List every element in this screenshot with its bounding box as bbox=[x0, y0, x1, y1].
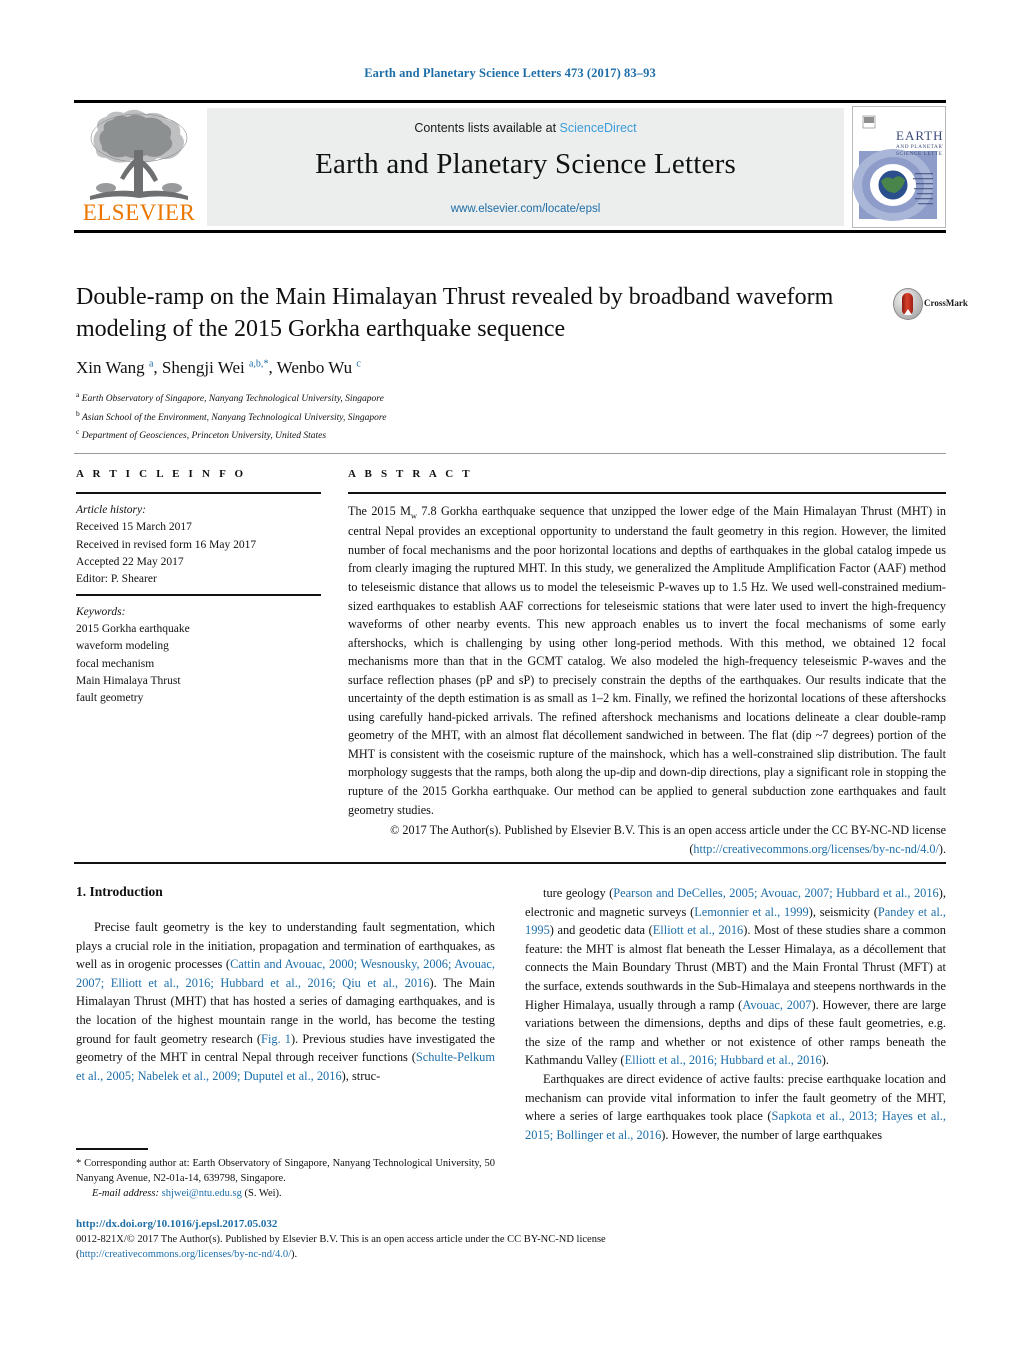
corresponding-author-footnote: * Corresponding author at: Earth Observa… bbox=[76, 1148, 495, 1201]
journal-banner: Contents lists available at ScienceDirec… bbox=[207, 108, 844, 226]
corresponding-author-text: * Corresponding author at: Earth Observa… bbox=[76, 1156, 495, 1186]
abstract-copyright: © 2017 The Author(s). Published by Elsev… bbox=[390, 823, 946, 856]
abstract-rule bbox=[348, 492, 946, 494]
crossmark-arrow-icon bbox=[904, 309, 912, 315]
footnote-marker: * bbox=[76, 1157, 82, 1169]
issn-suffix: ). bbox=[291, 1249, 298, 1261]
journal-article-page: Earth and Planetary Science Letters 473 … bbox=[0, 0, 1020, 1351]
right-column-paragraphs: ture geology (Pearson and DeCelles, 2005… bbox=[525, 884, 946, 1145]
citation-link[interactable]: Pearson and DeCelles, 2005; Avouac, 2007… bbox=[613, 886, 939, 900]
keyword-item: fault geometry bbox=[76, 692, 144, 704]
elsevier-logo: ELSEVIER bbox=[76, 108, 202, 226]
magnitude-subscript: w bbox=[410, 510, 418, 521]
journal-homepage-link[interactable]: www.elsevier.com/locate/epsl bbox=[207, 203, 844, 215]
journal-cover-art: EARTH AND PLANETARY SCIENCE LETTERS bbox=[853, 107, 945, 225]
page-title: Double-ramp on the Main Himalayan Thrust… bbox=[76, 284, 834, 342]
running-head: Earth and Planetary Science Letters 473 … bbox=[364, 66, 656, 80]
affiliation-item: b Asian School of the Environment, Nanya… bbox=[76, 408, 387, 423]
article-history-item: Received 15 March 2017 bbox=[76, 521, 192, 534]
article-history-item: Accepted 22 May 2017 bbox=[76, 555, 184, 568]
section-heading-introduction: 1. Introduction bbox=[76, 884, 163, 899]
article-info-column: A R T I C L E I N F O Article history: R… bbox=[76, 468, 321, 707]
doi-link[interactable]: http://dx.doi.org/10.1016/j.epsl.2017.05… bbox=[76, 1218, 776, 1230]
affiliation-item: a Earth Observatory of Singapore, Nanyan… bbox=[76, 390, 384, 405]
keyword-item: Main Himalaya Thrust bbox=[76, 674, 181, 687]
affiliation-marker: c bbox=[76, 427, 80, 437]
affiliation-marker: b bbox=[76, 408, 80, 418]
keywords-block: Keywords: 2015 Gorkha earthquake waveform… bbox=[76, 604, 321, 708]
corresponding-author-address: Corresponding author at: Earth Observato… bbox=[76, 1157, 495, 1184]
body-paragraph: Precise fault geometry is the key to und… bbox=[76, 920, 496, 1083]
article-history-item: Editor: P. Shearer bbox=[76, 573, 157, 585]
page-footer: http://dx.doi.org/10.1016/j.epsl.2017.05… bbox=[76, 1218, 776, 1262]
svg-text:EARTH: EARTH bbox=[896, 128, 943, 143]
elsevier-tree-icon bbox=[90, 109, 188, 200]
article-history-items: Received 15 March 2017 Received in revise… bbox=[76, 519, 321, 588]
contents-prefix: Contents lists available at bbox=[414, 121, 560, 135]
email-link[interactable]: shjwei@ntu.edu.sg bbox=[162, 1188, 242, 1199]
citation-link[interactable]: Sapkota et al., 2013; Hayes et al., 2015… bbox=[525, 1109, 946, 1142]
article-history-item: Received in revised form 16 May 2017 bbox=[76, 538, 257, 551]
affiliation-marker: a bbox=[76, 390, 80, 399]
article-info-separator bbox=[76, 594, 321, 596]
article-history-block: Article history: Received 15 March 2017 R… bbox=[76, 502, 321, 588]
affiliation-list: a Earth Observatory of Singapore, Nanyan… bbox=[76, 389, 776, 445]
journal-masthead: ELSEVIER Contents lists available at Sci… bbox=[74, 100, 946, 233]
svg-text:SCIENCE LETTERS: SCIENCE LETTERS bbox=[896, 151, 943, 157]
abstract-heading: A B S T R A C T bbox=[348, 468, 473, 480]
body-left-column: 1. Introduction Precise fault geometry i… bbox=[76, 884, 495, 1085]
citation-link[interactable]: Lemonnier et al., 1999 bbox=[694, 905, 809, 919]
crossmark-label: CrossMark bbox=[924, 298, 968, 308]
left-column-paragraphs: Precise fault geometry is the key to und… bbox=[76, 918, 495, 1085]
affiliation-item: c Department of Geosciences, Princeton U… bbox=[76, 427, 327, 442]
body-top-rule bbox=[74, 862, 946, 864]
article-info-heading: A R T I C L E I N F O bbox=[76, 468, 247, 480]
journal-cover-thumbnail: EARTH AND PLANETARY SCIENCE LETTERS bbox=[852, 106, 946, 228]
elsevier-wordmark: ELSEVIER bbox=[82, 200, 196, 225]
email-label: E-mail address: bbox=[92, 1187, 159, 1199]
svg-text:AND PLANETARY: AND PLANETARY bbox=[896, 144, 943, 150]
journal-title: Earth and Planetary Science Letters bbox=[315, 148, 736, 180]
abstract-text: The 2015 Mw 7.8 Gorkha earthquake sequen… bbox=[348, 504, 946, 817]
body-paragraph: ture geology (Pearson and DeCelles, 2005… bbox=[525, 886, 946, 1068]
keywords-label: Keywords: bbox=[76, 605, 126, 618]
footnote-rule bbox=[76, 1148, 148, 1150]
keyword-items: 2015 Gorkha earthquake waveform modeling f… bbox=[76, 621, 321, 707]
issn-copyright-line: 0012-821X/© 2017 The Author(s). Publishe… bbox=[76, 1232, 776, 1262]
citation-link[interactable]: Schulte-Pelkum et al., 2005; Nabelek et … bbox=[76, 1050, 495, 1083]
body-paragraph: Earthquakes are direct evidence of activ… bbox=[525, 1072, 946, 1142]
masthead-top-rule bbox=[74, 100, 946, 103]
masthead-bottom-rule bbox=[74, 230, 946, 233]
email-line: E-mail address: shjwei@ntu.edu.sg (S. We… bbox=[76, 1186, 495, 1201]
abstract-license-link[interactable]: http://creativecommons.org/licenses/by-n… bbox=[693, 842, 939, 856]
keyword-item: 2015 Gorkha earthquake bbox=[76, 623, 190, 635]
author-list: Xin Wang a, Shengji Wei a,b,*, Wenbo Wu … bbox=[76, 358, 361, 377]
abstract-column: A B S T R A C T The 2015 Mw 7.8 Gorkha e… bbox=[348, 468, 946, 858]
citation-link[interactable]: Avouac, 2007 bbox=[742, 998, 811, 1012]
body-right-column: ture geology (Pearson and DeCelles, 2005… bbox=[525, 884, 946, 1145]
citation-link[interactable]: Elliott et al., 2016; Hubbard et al., 20… bbox=[625, 1053, 822, 1067]
sciencedirect-link[interactable]: ScienceDirect bbox=[560, 121, 637, 135]
info-section-top-rule bbox=[74, 453, 946, 454]
email-suffix: (S. Wei). bbox=[244, 1187, 282, 1199]
license-link[interactable]: http://creativecommons.org/licenses/by-n… bbox=[80, 1249, 292, 1260]
article-info-rule bbox=[76, 492, 321, 494]
citation-link[interactable]: Cattin and Avouac, 2000; Wesnousky, 2006… bbox=[76, 957, 495, 990]
crossmark-icon bbox=[893, 288, 923, 320]
keyword-item: waveform modeling bbox=[76, 640, 169, 653]
crossmark-badge[interactable]: CrossMark bbox=[893, 288, 968, 328]
citation-link[interactable]: Elliott et al., 2016 bbox=[653, 923, 744, 937]
keyword-item: focal mechanism bbox=[76, 657, 155, 670]
citation-link[interactable]: Fig. 1 bbox=[261, 1032, 291, 1046]
contents-lists-line: Contents lists available at ScienceDirec… bbox=[207, 121, 844, 135]
article-history-label: Article history: bbox=[76, 504, 146, 516]
